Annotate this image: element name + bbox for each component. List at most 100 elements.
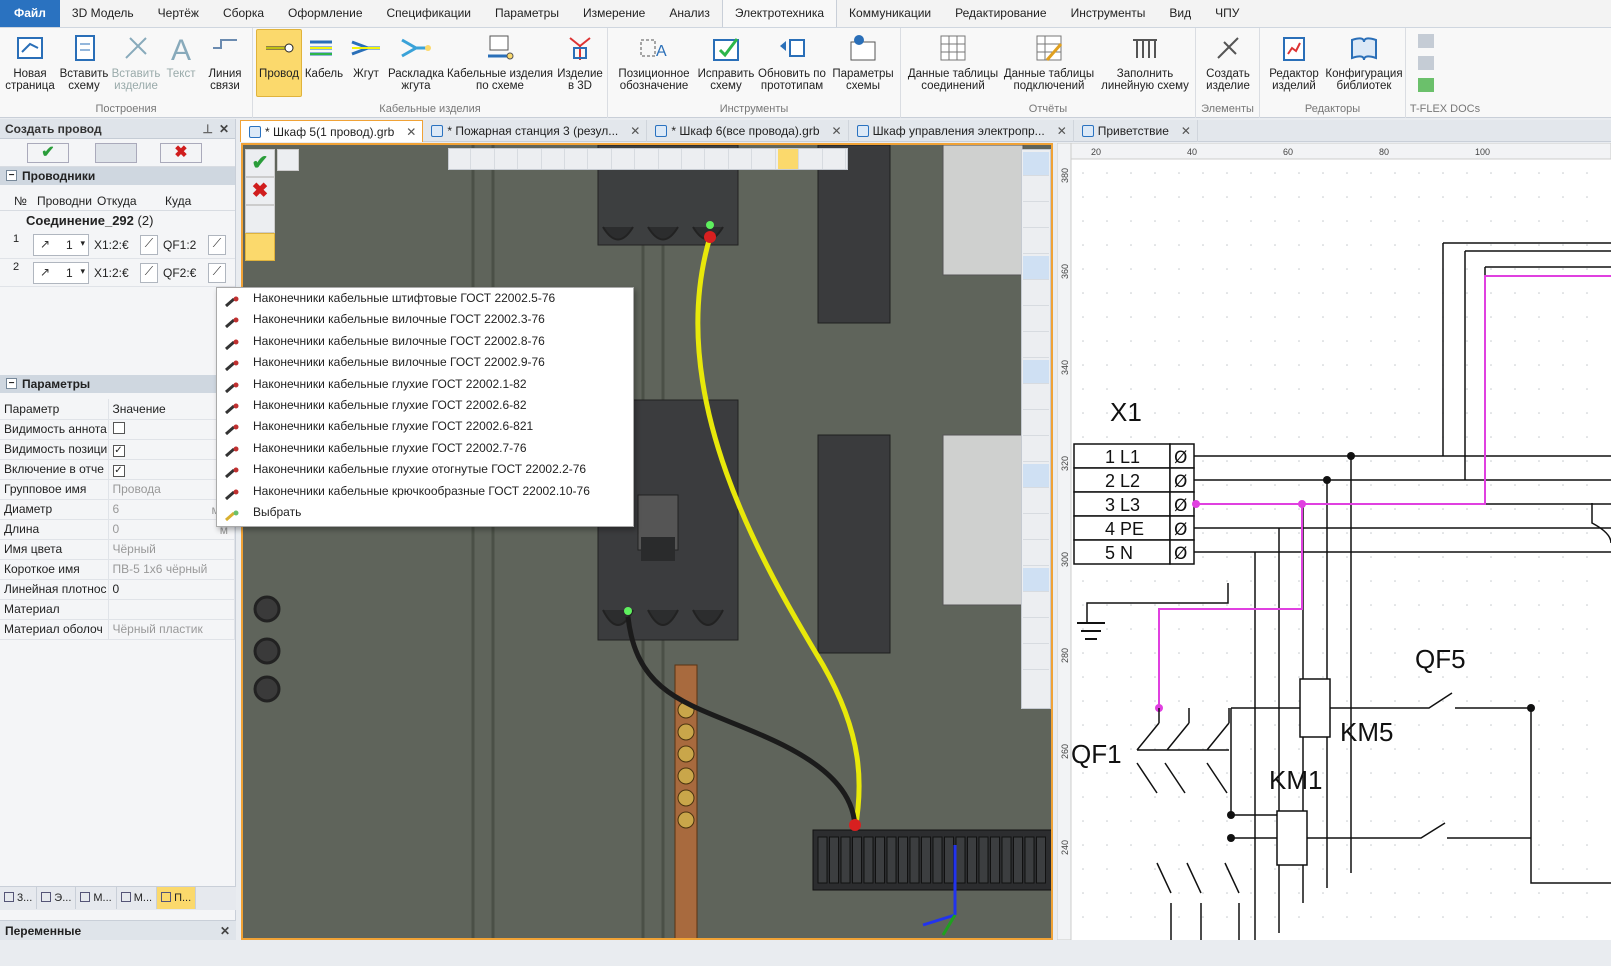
filter-tool-icon[interactable]: [637, 149, 659, 169]
library-config-button[interactable]: Конфигурация библиотек: [1324, 30, 1404, 102]
view-tool-icon[interactable]: [1023, 204, 1049, 228]
preview-button[interactable]: [95, 143, 137, 163]
close-icon[interactable]: ✕: [630, 120, 640, 142]
menu-tab[interactable]: Чертёж: [146, 0, 211, 27]
select-tip-icon[interactable]: [245, 233, 275, 261]
menu-tab[interactable]: Коммуникации: [837, 0, 943, 27]
cable-button[interactable]: Кабель: [302, 30, 346, 102]
menu-item[interactable]: Наконечники кабельные глухие ГОСТ 22002.…: [217, 395, 633, 416]
filter-tool-icon[interactable]: [801, 149, 823, 169]
fix-scheme-button[interactable]: Исправить схему: [696, 30, 756, 102]
panel-tab[interactable]: М...: [76, 887, 117, 909]
document-tab[interactable]: Шкаф управления электропр... ✕: [849, 120, 1074, 142]
harness-button[interactable]: Жгут: [346, 30, 386, 102]
product-editor-button[interactable]: Редактор изделий: [1264, 30, 1324, 102]
view-tool-icon[interactable]: [1023, 334, 1049, 358]
view-tool-icon[interactable]: [1023, 282, 1049, 306]
menu-item[interactable]: Наконечники кабельные штифтовые ГОСТ 220…: [217, 288, 633, 309]
param-row[interactable]: Имя цвета Чёрный: [0, 539, 235, 560]
view-tool-icon[interactable]: [1023, 308, 1049, 332]
view-tool-icon[interactable]: [1023, 256, 1049, 280]
view-tool-icon[interactable]: [1023, 646, 1049, 670]
menu-item[interactable]: Наконечники кабельные глухие ГОСТ 22002.…: [217, 374, 633, 395]
snap-icon[interactable]: [277, 149, 299, 171]
view-tool-icon[interactable]: [1023, 230, 1049, 254]
menu-tab[interactable]: Файл: [0, 0, 60, 27]
menu-item[interactable]: Наконечники кабельные вилочные ГОСТ 2200…: [217, 352, 633, 373]
fill-linear-scheme-button[interactable]: Заполнить линейную схему: [1097, 30, 1193, 102]
param-checkbox[interactable]: ✓: [112, 464, 125, 477]
confirm-button[interactable]: ✔: [27, 143, 69, 163]
text-button[interactable]: A Текст: [162, 30, 200, 102]
filter-tool-icon[interactable]: [520, 149, 542, 169]
document-tab[interactable]: * Шкаф 6(все провода).grb ✕: [647, 120, 849, 142]
cable-lug-icon[interactable]: ⟋: [140, 235, 158, 255]
panel-tab[interactable]: П...: [157, 887, 197, 909]
from-select[interactable]: X1:2:€: [94, 234, 138, 256]
param-checkbox[interactable]: ✓: [112, 444, 125, 457]
from-select[interactable]: X1:2:€: [94, 262, 138, 284]
cable-lug-icon[interactable]: ⟋: [140, 263, 158, 283]
conductors-section[interactable]: − Проводники: [0, 167, 235, 185]
menu-tab[interactable]: Оформление: [276, 0, 374, 27]
product-in-3d-button[interactable]: Изделие в 3D: [554, 30, 606, 102]
param-row[interactable]: Включение в отче ✓: [0, 459, 235, 480]
view-tool-icon[interactable]: [1023, 542, 1049, 566]
view-tool-icon[interactable]: [1023, 412, 1049, 436]
view-tool-icon[interactable]: [1023, 620, 1049, 644]
filter-tool-icon[interactable]: [614, 149, 636, 169]
harness-layout-button[interactable]: Раскладка жгута: [386, 30, 446, 102]
param-row[interactable]: Диаметр6мм: [0, 499, 235, 520]
cancel-button[interactable]: ✖: [160, 143, 202, 163]
insert-product-button[interactable]: Вставить изделие: [110, 30, 162, 102]
conductor-row[interactable]: 2 ↗ 1 ▾ X1:2:€ ⟋ QF2:€ ⟋: [0, 259, 235, 287]
scheme-params-button[interactable]: Параметры схемы: [828, 30, 898, 102]
menu-item[interactable]: Наконечники кабельные глухие ГОСТ 22002.…: [217, 438, 633, 459]
close-icon[interactable]: ✕: [1057, 120, 1067, 142]
menu-item[interactable]: Выбрать: [217, 502, 633, 523]
new-page-button[interactable]: Новая страница: [4, 30, 56, 102]
filter-tool-icon[interactable]: [661, 149, 683, 169]
view-tool-icon[interactable]: [1023, 490, 1049, 514]
menu-tab[interactable]: 3D Модель: [60, 0, 146, 27]
menu-tab[interactable]: Редактирование: [943, 0, 1058, 27]
create-product-button[interactable]: Создать изделие: [1200, 30, 1256, 102]
param-row[interactable]: Материал оболоч Чёрный пластик: [0, 619, 235, 640]
view-tool-icon[interactable]: [1023, 152, 1049, 176]
view-tool-icon[interactable]: [1023, 464, 1049, 488]
connection-table-data-button[interactable]: Данные таблицы соединений: [905, 30, 1001, 102]
menu-tab[interactable]: Сборка: [211, 0, 276, 27]
menu-item[interactable]: Наконечники кабельные глухие отогнутые Г…: [217, 459, 633, 480]
menu-item[interactable]: Наконечники кабельные вилочные ГОСТ 2200…: [217, 309, 633, 330]
menu-item[interactable]: Наконечники кабельные глухие ГОСТ 22002.…: [217, 416, 633, 437]
pin-icon[interactable]: ⊥: [203, 119, 213, 139]
view-tool-icon[interactable]: [1023, 594, 1049, 618]
document-tab[interactable]: * Пожарная станция 3 (резул... ✕: [423, 120, 648, 142]
filter-tool-icon[interactable]: [590, 149, 612, 169]
param-row[interactable]: Видимость аннота: [0, 419, 235, 440]
document-tab[interactable]: Приветствие ✕: [1074, 120, 1198, 142]
view-tool-icon[interactable]: [1023, 178, 1049, 202]
docs-icon[interactable]: [1418, 34, 1434, 48]
filter-tool-icon[interactable]: [754, 149, 776, 169]
conductor-select[interactable]: ↗ 1 ▾: [33, 262, 89, 284]
menu-item[interactable]: Наконечники кабельные вилочные ГОСТ 2200…: [217, 331, 633, 352]
panel-tab[interactable]: М...: [117, 887, 158, 909]
filter-tool-icon[interactable]: [825, 149, 846, 169]
menu-tab[interactable]: Анализ: [657, 0, 722, 27]
document-tab[interactable]: * Шкаф 5(1 провод).grb ✕: [240, 120, 424, 142]
close-icon[interactable]: ✕: [832, 120, 842, 142]
reject-icon[interactable]: ✖: [245, 177, 275, 205]
panel-tab[interactable]: Э...: [37, 887, 77, 909]
docs-icon[interactable]: [1418, 78, 1434, 92]
docs-icon[interactable]: [1418, 56, 1434, 70]
cable-lug-icon[interactable]: ⟋: [208, 235, 226, 255]
cable-lug-icon[interactable]: ⟋: [208, 263, 226, 283]
menu-tab[interactable]: Инструменты: [1059, 0, 1158, 27]
menu-item[interactable]: Наконечники кабельные крючкообразные ГОС…: [217, 481, 633, 502]
view-tool-icon[interactable]: [1023, 516, 1049, 540]
menu-tab[interactable]: Вид: [1157, 0, 1203, 27]
variables-panel-header[interactable]: Переменные ✕: [0, 920, 236, 940]
conductor-select[interactable]: ↗ 1 ▾: [33, 234, 89, 256]
filter-tool-icon[interactable]: [731, 149, 753, 169]
